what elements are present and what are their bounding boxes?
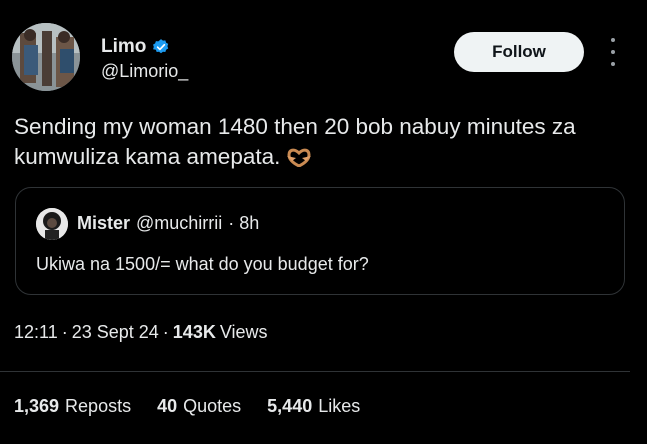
reposts-count: 1,369 xyxy=(14,396,60,416)
quoted-text: Ukiwa na 1500/= what do you budget for? xyxy=(36,254,369,274)
tweet-time[interactable]: 12:11 xyxy=(14,322,58,343)
quotes-count: 40 xyxy=(157,396,178,416)
tweet-stats: 1,369 Reposts 40 Quotes 5,440 Likes xyxy=(14,396,360,417)
tweet-meta: 12:11 · 23 Sept 24 · 143K Views xyxy=(14,322,268,343)
tweet-text: Sending my woman 1480 then 20 bob nabuy … xyxy=(14,112,634,175)
quoted-tweet-card[interactable]: Mister @muchirrii · 8h Ukiwa na 1500/= w… xyxy=(15,187,625,295)
heart-hands-emoji-icon xyxy=(286,145,312,175)
views-count: 143K xyxy=(172,322,216,342)
likes-stat[interactable]: 5,440 Likes xyxy=(267,396,360,417)
meta-separator: · xyxy=(162,322,169,342)
author-name[interactable]: Limo xyxy=(101,36,146,58)
quotes-stat[interactable]: 40 Quotes xyxy=(157,396,241,417)
tweet-date[interactable]: 23 Sept 24 xyxy=(72,322,159,343)
more-options-icon[interactable] xyxy=(606,38,620,66)
divider xyxy=(0,371,630,372)
quotes-label: Quotes xyxy=(183,396,242,416)
likes-label: Likes xyxy=(318,396,361,416)
meta-separator: · xyxy=(61,322,68,342)
verified-badge-icon xyxy=(152,38,170,56)
author-handle[interactable]: @Limorio_ xyxy=(101,61,188,82)
author-name-row: Limo xyxy=(101,36,170,58)
reposts-stat[interactable]: 1,369 Reposts xyxy=(14,396,131,417)
quoted-author-avatar[interactable] xyxy=(36,208,68,240)
reposts-label: Reposts xyxy=(65,396,132,416)
follow-button[interactable]: Follow xyxy=(454,32,584,72)
quoted-author-handle[interactable]: @muchirrii xyxy=(136,213,222,234)
quoted-header: Mister @muchirrii · 8h xyxy=(77,213,259,234)
views-label: Views xyxy=(219,322,268,342)
quoted-author-name[interactable]: Mister xyxy=(77,213,130,234)
author-avatar[interactable] xyxy=(12,23,80,91)
likes-count: 5,440 xyxy=(267,396,313,416)
quoted-timestamp[interactable]: · 8h xyxy=(228,213,259,234)
